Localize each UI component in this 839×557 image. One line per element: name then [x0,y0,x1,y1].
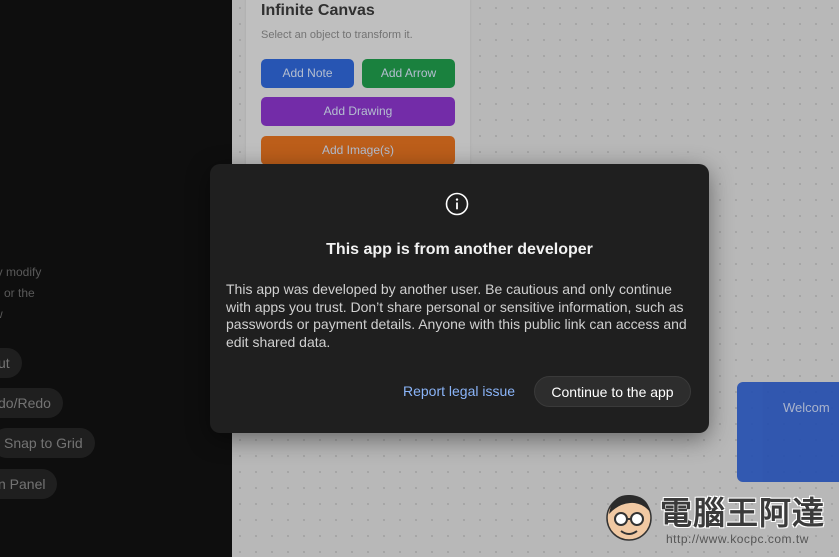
dialog-title: This app is from another developer [326,241,593,258]
continue-to-app-button[interactable]: Continue to the app [534,376,691,407]
report-legal-issue-link[interactable]: Report legal issue [403,383,515,399]
developer-warning-dialog: This app is from another developer This … [210,164,709,433]
watermark-url: http://www.kocpc.com.tw [666,532,809,546]
watermark: 電腦王阿達 http://www.kocpc.com.tw [600,486,832,552]
watermark-text: 電腦王阿達 [660,495,826,531]
dialog-body: This app was developed by another user. … [226,281,687,350]
info-icon [445,192,469,216]
mascot-logo-icon [606,494,652,541]
